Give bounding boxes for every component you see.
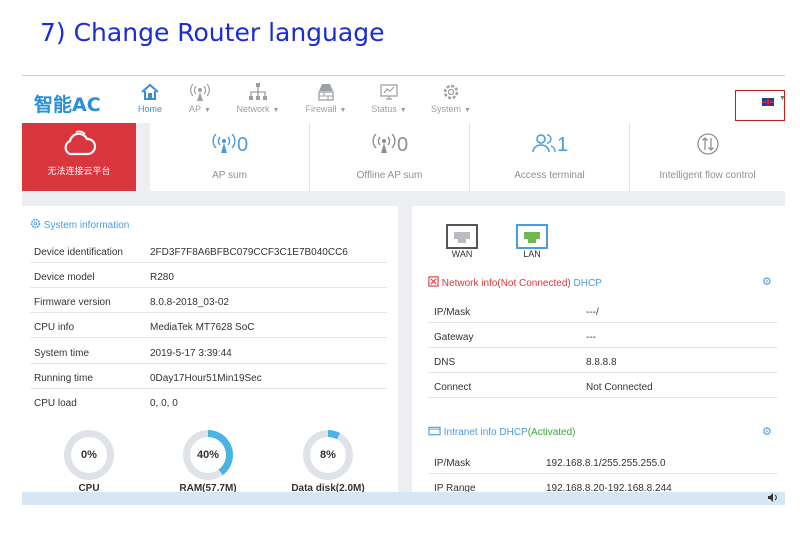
speaker-icon[interactable] (767, 492, 779, 506)
network-icon (234, 82, 282, 104)
nav-status[interactable]: Status ▼ (368, 82, 410, 118)
stat-flow-control[interactable]: Intelligent flow control (630, 123, 785, 191)
cpu-gauge: 0% (64, 430, 114, 480)
flow-icon (696, 133, 719, 155)
disk-gauge: 8% (303, 430, 353, 480)
chevron-down-icon: ▼ (272, 107, 280, 114)
antenna-icon (212, 133, 236, 153)
intranet-settings-gear-icon[interactable]: ⚙ (762, 425, 772, 438)
network-info-panel: WAN LAN Network info(Not Connected) DHCP… (412, 206, 785, 505)
antenna-icon (372, 133, 396, 153)
brand-logo: 智能AC (34, 94, 101, 116)
info-row: Running time 0Day17Hour51Min19Sec (30, 364, 387, 389)
antenna-icon (182, 82, 218, 104)
stat-access-terminal-label: Access terminal (514, 170, 585, 181)
cloud-status-tile[interactable]: 无法连接云平台 (22, 123, 136, 191)
info-row: Device identification 2FD3F7F8A6BFBC079CC… (30, 238, 387, 263)
intranet-icon (428, 426, 441, 436)
nav-system[interactable]: System ▼ (428, 82, 474, 118)
system-info-panel: System information Device identification… (22, 206, 398, 505)
nav-home-label: Home (137, 104, 162, 114)
intranet-info-title: Intranet info DHCP(Activated) (428, 426, 576, 438)
stat-offline-ap-label: Offline AP sum (356, 170, 423, 181)
window-status-bar (22, 492, 785, 505)
lan-port-label: LAN (523, 249, 541, 259)
disconnected-icon (428, 276, 439, 287)
intranet-row: IP/Mask 192.168.8.1/255.255.255.0 (428, 449, 778, 474)
nav-ap-label: AP (189, 104, 202, 114)
chevron-down-icon: ▼ (399, 107, 407, 114)
stat-flow-control-value (630, 132, 785, 158)
network-row: IP/Mask ---/ (428, 298, 778, 323)
stat-access-terminal-value: 1 (470, 132, 629, 158)
nav-system-label: System (431, 104, 462, 114)
wan-port-label: WAN (451, 249, 473, 259)
uk-flag-icon (762, 98, 774, 106)
home-icon (134, 82, 166, 104)
wan-port[interactable]: WAN (446, 224, 478, 259)
network-row: DNS 8.8.8.8 (428, 348, 778, 373)
nav-network-label: Network (236, 104, 270, 114)
nav-status-label: Status (371, 104, 397, 114)
info-row: Device model R280 (30, 263, 387, 288)
network-row: Gateway --- (428, 323, 778, 348)
info-row: Firmware version 8.0.8-2018_03-02 (30, 288, 387, 313)
router-admin-window: 智能AC Home AP ▼ Network ▼ Firewall ▼ Stat… (22, 75, 785, 505)
gear-icon (30, 218, 41, 229)
cloud-icon (22, 130, 136, 160)
stat-ap-sum[interactable]: 0 AP sum (150, 123, 310, 191)
stat-offline-ap-value: 0 (310, 132, 469, 158)
stats-strip: 0 AP sum 0 Offline AP sum 1 Access termi… (150, 123, 785, 191)
stat-ap-sum-label: AP sum (212, 170, 247, 181)
ethernet-port-icon (516, 224, 548, 249)
info-row: System time 2019-5-17 3:39:44 (30, 339, 387, 364)
chevron-down-icon: ▼ (464, 107, 471, 114)
lan-port[interactable]: LAN (516, 224, 548, 259)
users-icon (532, 134, 556, 153)
top-nav-bar: 智能AC Home AP ▼ Network ▼ Firewall ▼ Stat… (22, 75, 785, 123)
network-info-title: Network info(Not Connected) DHCP (428, 276, 602, 289)
chevron-down-icon: ▼ (779, 95, 785, 102)
nav-home[interactable]: Home (134, 82, 166, 118)
nav-network[interactable]: Network ▼ (234, 82, 282, 118)
ram-gauge: 40% (183, 430, 233, 480)
info-row: CPU info MediaTek MT7628 SoC (30, 313, 387, 338)
stat-flow-control-label: Intelligent flow control (659, 170, 756, 181)
monitor-icon (368, 82, 410, 104)
ethernet-port-icon (446, 224, 478, 249)
nav-ap[interactable]: AP ▼ (182, 82, 218, 118)
stat-access-terminal[interactable]: 1 Access terminal (470, 123, 630, 191)
stat-offline-ap[interactable]: 0 Offline AP sum (310, 123, 470, 191)
gear-icon (428, 82, 474, 104)
info-row: CPU load 0, 0, 0 (34, 398, 178, 409)
nav-firewall-label: Firewall (305, 104, 337, 114)
page-caption: 7) Change Router language (40, 18, 385, 47)
network-settings-gear-icon[interactable]: ⚙ (762, 275, 772, 288)
network-row: Connect Not Connected (428, 373, 778, 398)
cloud-status-label: 无法连接云平台 (47, 166, 111, 176)
chevron-down-icon: ▼ (339, 107, 347, 114)
nav-firewall[interactable]: Firewall ▼ (302, 82, 350, 118)
firewall-icon (302, 82, 350, 104)
chevron-down-icon: ▼ (204, 107, 211, 114)
language-selector[interactable]: ▼ (735, 90, 785, 121)
stat-ap-sum-value: 0 (150, 132, 309, 158)
system-info-title: System information (30, 218, 129, 231)
